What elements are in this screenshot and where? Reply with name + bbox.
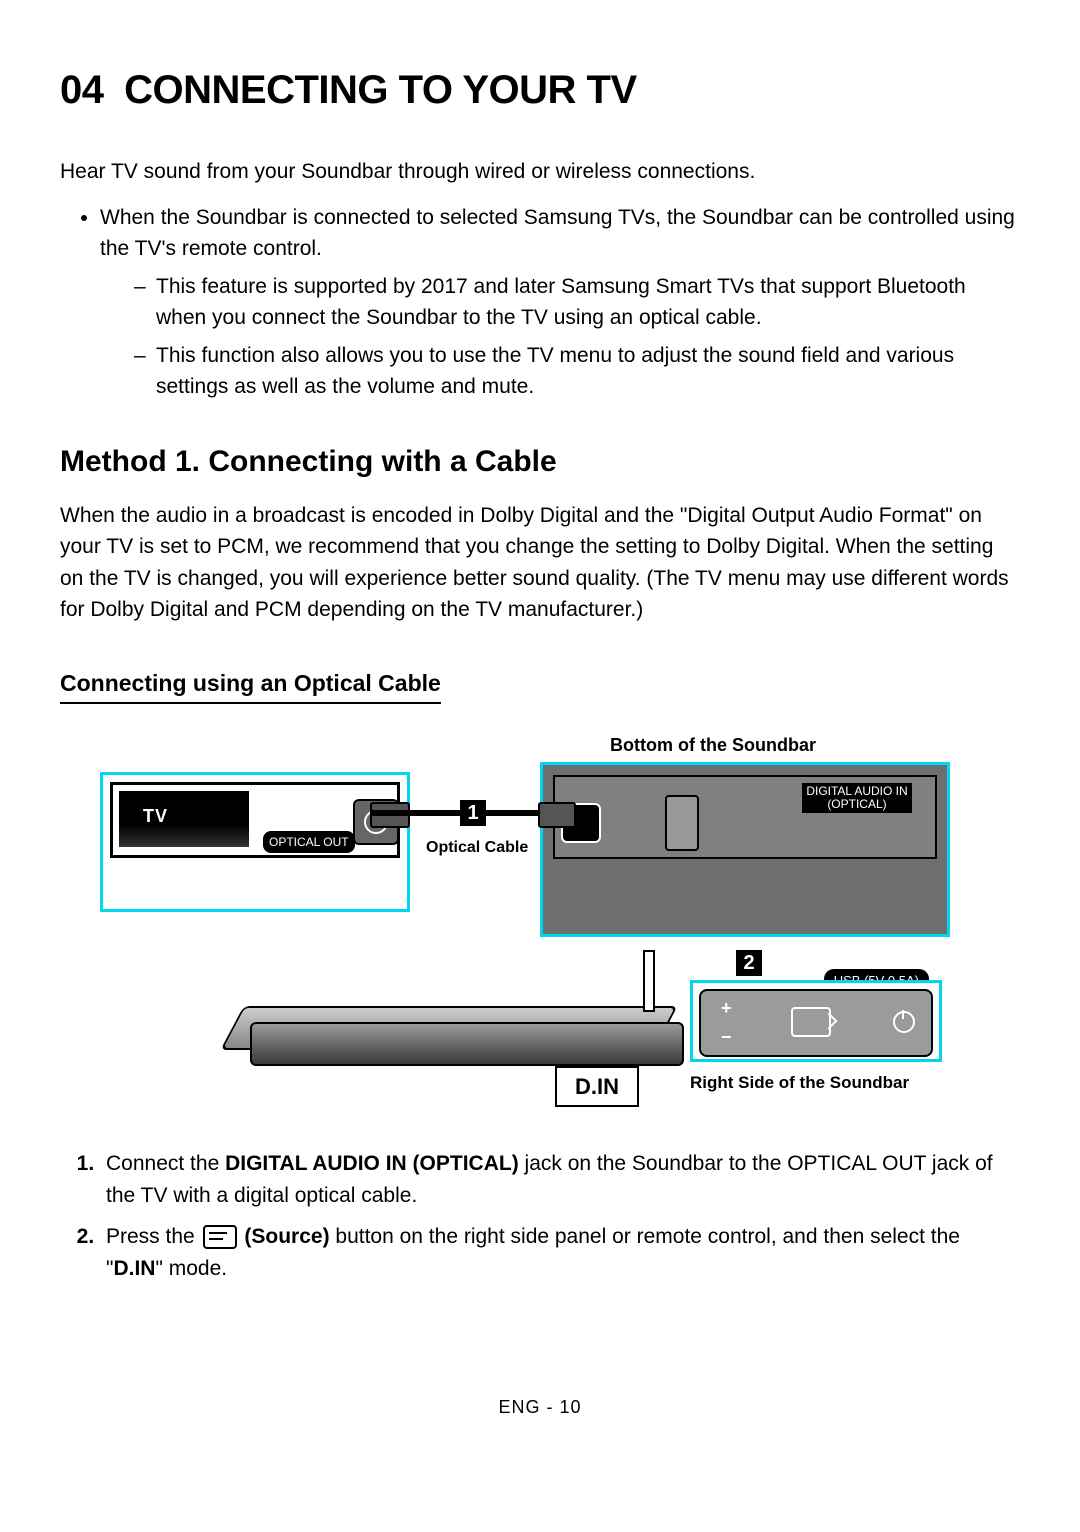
bold-source: (Source) — [239, 1225, 330, 1248]
panel-slot-usb — [643, 950, 655, 1012]
power-icon — [893, 1011, 915, 1033]
tv-block: TV OPTICAL OUT — [100, 772, 410, 912]
step-1: Connect the DIGITAL AUDIO IN (OPTICAL) j… — [100, 1148, 1020, 1211]
volume-plus-icon: + — [721, 995, 732, 1022]
note-sub-item: This function also allows you to use the… — [134, 340, 1020, 403]
chapter-title: CONNECTING TO YOUR TV — [124, 68, 637, 112]
diagram-step-2: 2 — [736, 950, 762, 976]
chapter-number: 04 — [60, 68, 104, 112]
subheading-optical: Connecting using an Optical Cable — [60, 666, 441, 705]
panel-slot — [665, 795, 699, 851]
page-footer: ENG - 10 — [60, 1394, 1020, 1421]
soundbar-right-panel: + − — [690, 980, 942, 1062]
digital-audio-in-label: DIGITAL AUDIO IN(OPTICAL) — [787, 783, 927, 816]
caption-bottom-soundbar: Bottom of the Soundbar — [610, 732, 816, 759]
intro-paragraph: Hear TV sound from your Soundbar through… — [60, 156, 1020, 188]
method-heading: Method 1. Connecting with a Cable — [60, 439, 1020, 484]
chapter-heading: 04 CONNECTING TO YOUR TV — [60, 60, 1020, 120]
cable-plug-right — [538, 802, 576, 828]
right-panel-inner: + − — [699, 989, 933, 1057]
notes-list: When the Soundbar is connected to select… — [60, 202, 1020, 403]
bold-din: D.IN — [113, 1257, 155, 1280]
note-item: When the Soundbar is connected to select… — [100, 202, 1020, 403]
source-icon — [203, 1225, 237, 1249]
din-display: D.IN — [555, 1066, 639, 1107]
tv-screen — [119, 791, 249, 847]
tv-optical-out-label: OPTICAL OUT — [263, 831, 355, 853]
panel-inner: DIGITAL AUDIO IN(OPTICAL) — [553, 775, 937, 859]
soundbar-bottom-panel: DIGITAL AUDIO IN(OPTICAL) USB (5V 0.5A) — [540, 762, 950, 937]
volume-minus-icon: − — [721, 1024, 732, 1051]
soundbar-unit — [250, 1022, 684, 1066]
note-sub-item: This feature is supported by 2017 and la… — [134, 271, 1020, 334]
tv-body: TV OPTICAL OUT — [110, 782, 400, 858]
tv-label: TV — [143, 803, 168, 830]
optical-cable-label: Optical Cable — [426, 836, 528, 860]
method-body: When the audio in a broadcast is encoded… — [60, 500, 1020, 626]
note-text: When the Soundbar is connected to select… — [100, 206, 1015, 261]
note-sublist: This feature is supported by 2017 and la… — [100, 271, 1020, 403]
connection-diagram: Bottom of the Soundbar DIGITAL AUDIO IN(… — [70, 732, 1010, 1122]
instruction-steps: Connect the DIGITAL AUDIO IN (OPTICAL) j… — [60, 1148, 1020, 1284]
bold-jack-name: DIGITAL AUDIO IN (OPTICAL) — [225, 1152, 519, 1175]
step-2: Press the (Source) button on the right s… — [100, 1221, 1020, 1284]
diagram-step-1: 1 — [460, 800, 486, 826]
caption-right-side: Right Side of the Soundbar — [690, 1070, 909, 1096]
source-button-icon — [791, 1007, 831, 1037]
